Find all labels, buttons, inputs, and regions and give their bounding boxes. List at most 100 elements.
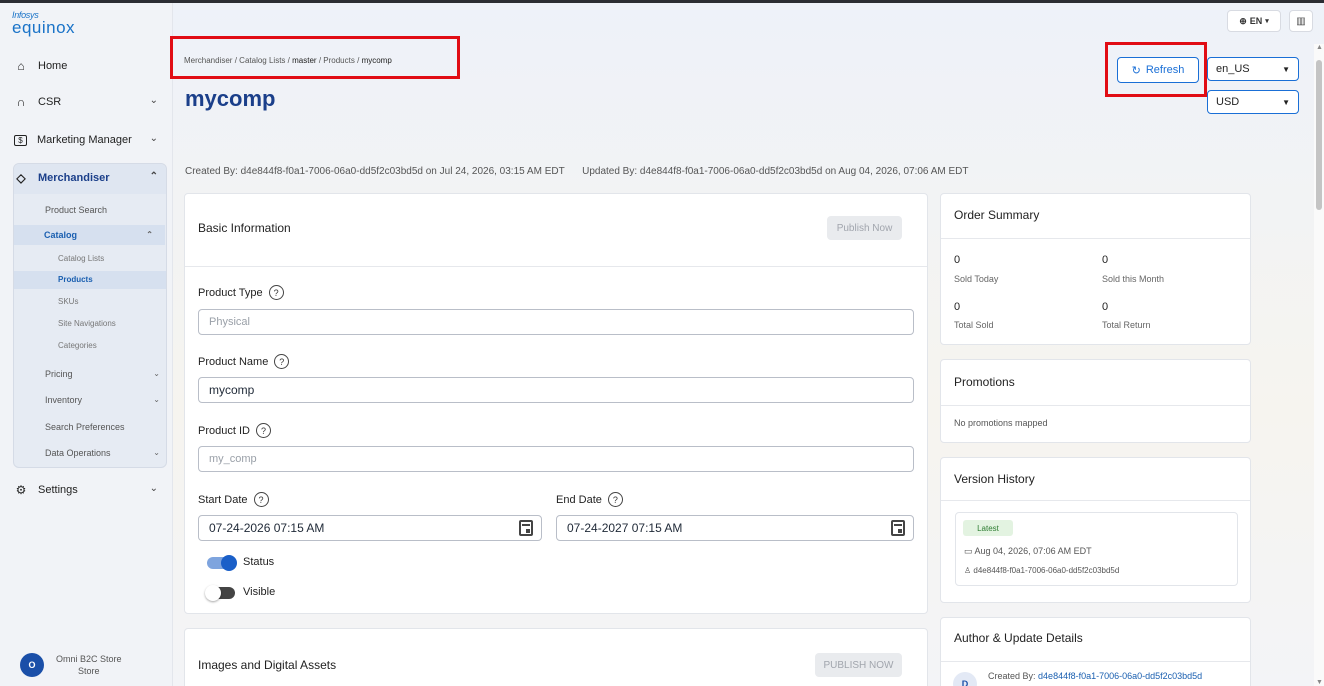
toggle-knob — [205, 585, 221, 601]
sidebar-item-label: Settings — [38, 484, 78, 496]
divider — [185, 266, 927, 267]
help-icon[interactable]: ? — [255, 423, 271, 438]
chevron-down-icon: ▾ — [1265, 18, 1269, 25]
product-id-label: Product ID ? — [198, 423, 271, 438]
end-date-input[interactable]: 07-24-2027 07:15 AM — [556, 515, 914, 541]
total-return-label: Total Return — [1102, 320, 1151, 330]
start-date-value: 07-24-2026 07:15 AM — [209, 521, 325, 535]
product-name-input[interactable]: mycomp — [198, 377, 914, 403]
locale-select[interactable]: en_US ▼ — [1207, 57, 1299, 81]
sidebar-item-site-navigations[interactable]: Site Navigations — [58, 319, 116, 328]
sold-month-label: Sold this Month — [1102, 274, 1165, 284]
caret-down-icon: ▼ — [1282, 97, 1290, 107]
chevron-down-icon: ⌄ — [153, 395, 160, 404]
product-type-label: Product Type ? — [198, 285, 284, 300]
version-date: ▭ Aug 04, 2026, 07:06 AM EDT — [964, 546, 1092, 557]
scrollbar[interactable]: ▲ ▼ — [1314, 44, 1324, 686]
status-toggle[interactable] — [207, 555, 237, 571]
images-digital-assets-title: Images and Digital Assets — [198, 658, 337, 672]
chevron-down-icon: ⌄ — [149, 95, 158, 106]
chevron-up-icon: ⌃ — [146, 230, 153, 239]
created-by-value[interactable]: d4e844f8-f0a1-7006-06a0-dd5f2c03bd5d — [1038, 671, 1202, 681]
audit-meta: Created By: d4e844f8-f0a1-7006-06a0-dd5f… — [185, 166, 969, 177]
scrollbar-thumb[interactable] — [1316, 60, 1322, 210]
help-icon[interactable]: ? — [607, 492, 623, 507]
sidebar-item-data-operations[interactable]: Data Operations ⌄ — [45, 448, 160, 458]
updated-by-text: Updated By: d4e844f8-f0a1-7006-06a0-dd5f… — [582, 166, 969, 177]
sidebar-item-marketing-manager[interactable]: $ Marketing Manager ⌄ — [14, 129, 166, 151]
sold-month-value: 0 — [1102, 254, 1109, 266]
calendar-icon: ▭ — [964, 546, 973, 556]
calendar-icon[interactable] — [891, 520, 905, 536]
help-icon[interactable]: ? — [253, 492, 269, 507]
sidebar-item-label: Merchandiser — [38, 172, 110, 184]
label-text: End Date — [556, 493, 602, 506]
sidebar-item-csr[interactable]: ∩ CSR ⌄ — [14, 91, 166, 113]
store-type: Store — [78, 666, 100, 676]
divider — [941, 500, 1250, 501]
product-type-field[interactable]: Physical — [198, 309, 914, 335]
sidebar-item-skus[interactable]: SKUs — [58, 297, 78, 306]
status-label: Status — [243, 556, 275, 568]
building-icon[interactable]: ▥ — [1289, 10, 1313, 32]
sidebar-item-label: Home — [38, 60, 68, 72]
order-summary-title: Order Summary — [954, 208, 1040, 222]
currency-select[interactable]: USD ▼ — [1207, 90, 1299, 114]
divider — [941, 661, 1250, 662]
sidebar-item-products[interactable]: Products — [14, 271, 166, 289]
store-switcher[interactable]: O Omni B2C Store Store — [20, 653, 122, 677]
latest-badge: Latest — [963, 520, 1013, 536]
globe-icon: ⊕ — [1239, 15, 1247, 26]
page-title: mycomp — [185, 86, 276, 111]
sidebar-item-product-search[interactable]: Product Search — [45, 205, 107, 215]
author-update-details-title: Author & Update Details — [954, 631, 1083, 645]
promotions-empty-text: No promotions mapped — [954, 418, 1048, 428]
chevron-down-icon: ⌄ — [153, 448, 160, 457]
start-date-input[interactable]: 07-24-2026 07:15 AM — [198, 515, 542, 541]
currency-value: USD — [1216, 96, 1240, 108]
basic-information-card — [184, 193, 928, 614]
sidebar-item-catalog-lists[interactable]: Catalog Lists — [58, 254, 104, 263]
basic-information-title: Basic Information — [198, 221, 291, 235]
visible-label: Visible — [243, 586, 276, 598]
sidebar-item-home[interactable]: ⌂ Home — [14, 55, 166, 77]
sidebar-item-label: Marketing Manager — [37, 134, 132, 146]
sidebar-item-categories[interactable]: Categories — [58, 341, 97, 350]
scroll-up-icon[interactable]: ▲ — [1316, 44, 1323, 51]
language-selector[interactable]: ⊕ EN ▾ — [1227, 10, 1281, 32]
sidebar-item-search-preferences[interactable]: Search Preferences — [45, 422, 125, 432]
chevron-down-icon: ⌄ — [149, 133, 158, 144]
visible-toggle[interactable] — [205, 585, 235, 601]
product-name-label: Product Name ? — [198, 354, 290, 369]
total-sold-value: 0 — [954, 301, 961, 313]
sidebar-item-catalog[interactable]: Catalog ⌃ — [14, 225, 165, 245]
headset-icon: ∩ — [16, 95, 26, 109]
infosys-equinox-logo[interactable]: Infosys equinox — [12, 11, 92, 37]
help-icon[interactable]: ? — [274, 354, 290, 369]
publish-now-images-button[interactable]: PUBLISH NOW — [815, 653, 902, 677]
highlight-box-refresh — [1105, 42, 1207, 97]
scroll-down-icon[interactable]: ▼ — [1316, 679, 1323, 686]
sidebar-item-settings[interactable]: ⚙ Settings ⌄ — [14, 479, 166, 501]
toggle-knob — [221, 555, 237, 571]
sidebar-item-merchandiser[interactable]: ◇ Merchandiser ⌃ — [14, 167, 166, 189]
caret-down-icon: ▼ — [1282, 64, 1290, 74]
sidebar-item-label: Catalog — [44, 230, 78, 240]
sidebar-item-label: Pricing — [45, 369, 73, 379]
version-user-text: d4e844f8-f0a1-7006-06a0-dd5f2c03bd5d — [973, 566, 1120, 575]
chevron-up-icon: ⌃ — [149, 171, 158, 182]
sidebar: Infosys equinox ⌂ Home ∩ CSR ⌄ $ Marketi… — [0, 3, 173, 686]
sold-today-label: Sold Today — [954, 274, 999, 284]
product-id-field[interactable]: my_comp — [198, 446, 914, 472]
sidebar-item-label: CSR — [38, 96, 62, 108]
label-text: Product Type — [198, 286, 263, 299]
help-icon[interactable]: ? — [268, 285, 284, 300]
sidebar-item-pricing[interactable]: Pricing ⌄ — [45, 369, 160, 379]
sidebar-item-inventory[interactable]: Inventory ⌄ — [45, 395, 160, 405]
calendar-icon[interactable] — [519, 520, 533, 536]
publish-now-button[interactable]: Publish Now — [827, 216, 902, 240]
sold-today-value: 0 — [954, 254, 961, 266]
chevron-down-icon: ⌄ — [153, 369, 160, 378]
store-info: Omni B2C Store Store — [56, 653, 122, 677]
home-icon: ⌂ — [17, 59, 25, 73]
